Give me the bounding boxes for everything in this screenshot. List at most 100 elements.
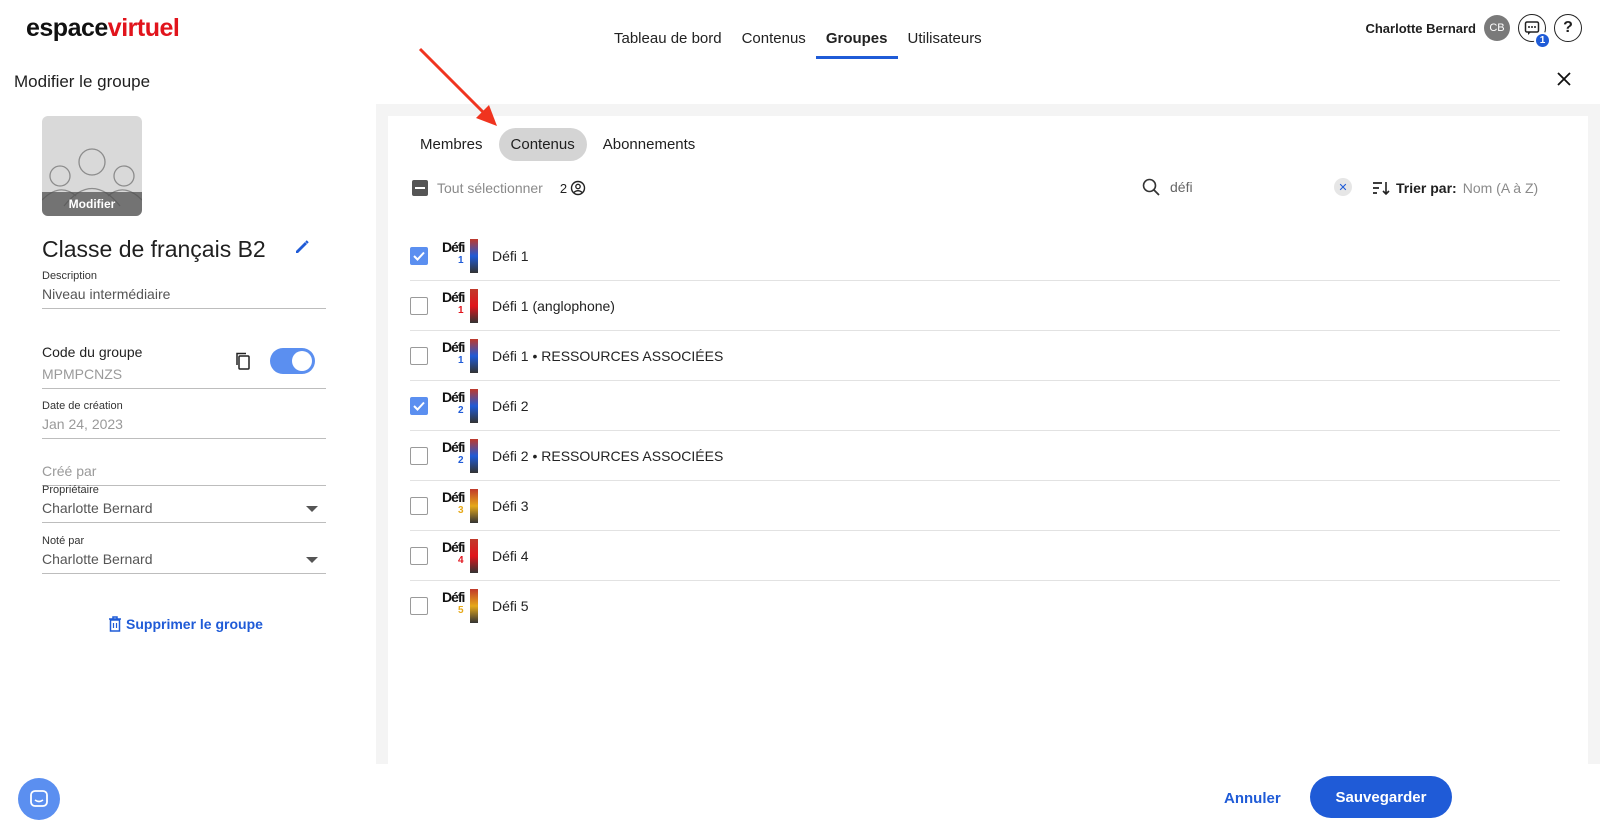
graded-by-value: Charlotte Bernard [42,551,153,567]
item-label: Défi 2 • RESSOURCES ASSOCIÉES [492,447,724,464]
chat-launcher[interactable] [18,778,60,820]
close-icon[interactable] [1556,70,1572,90]
book-cover-thumbnail: Défi 1 [442,337,478,375]
cover-number: 2 [458,404,464,416]
book-cover-thumbnail: Défi 1 [442,287,478,325]
sort-label: Trier par: [1396,180,1457,196]
owner-label: Propriétaire [42,484,99,496]
select-all-label: Tout sélectionner [437,180,543,196]
brand-logo[interactable]: espacevirtuel [26,14,180,43]
book-cover-thumbnail: Défi 4 [442,537,478,575]
list-item[interactable]: Défi 3 Défi 3 [410,481,1560,531]
item-checkbox[interactable] [410,246,428,265]
book-cover-thumbnail: Défi 5 [442,587,478,625]
brand-part1: espace [26,14,108,42]
cover-stripe [470,589,478,623]
created-by-placeholder: Créé par [42,463,97,479]
save-button[interactable]: Sauvegarder [1310,776,1452,818]
description-value: Niveau intermédiaire [42,286,171,302]
creation-date-value: Jan 24, 2023 [42,416,123,432]
select-all[interactable]: Tout sélectionner 2 [412,180,586,196]
list-item[interactable]: Défi 5 Défi 5 [410,581,1560,631]
nav-contents[interactable]: Contenus [732,20,816,55]
cover-stripe [470,388,478,423]
tab-members[interactable]: Membres [408,128,495,161]
list-toolbar: Tout sélectionner 2 défi ✕ Trier par: No… [412,176,1562,206]
creation-date-field: Date de création Jan 24, 2023 [42,400,326,439]
cover-number: 1 [458,354,464,366]
cover-title: Défi [442,238,465,255]
edit-name-icon[interactable] [293,238,311,261]
nav-dashboard[interactable]: Tableau de bord [604,20,732,55]
content-list: Défi 1 Défi 1 Défi 1 Défi 1 (anglophone) Défi 1… [410,231,1560,631]
cover-title: Défi [442,338,465,355]
list-item[interactable]: Défi 2 Défi 2 • RESSOURCES ASSOCIÉES [410,431,1560,481]
item-checkbox[interactable] [410,346,428,365]
cover-title: Défi [442,388,465,405]
description-field[interactable]: Description Niveau intermédiaire [42,270,326,309]
nav-users[interactable]: Utilisateurs [898,20,992,55]
creation-date-label: Date de création [42,400,123,412]
created-by-field: Créé par [42,459,326,486]
item-label: Défi 2 [492,397,529,414]
cover-number: 3 [458,504,464,516]
avatar[interactable]: CB [1484,15,1510,41]
list-item[interactable]: Défi 2 Défi 2 [410,381,1560,431]
content-panel: Membres Contenus Abonnements Tout sélect… [388,116,1588,766]
graded-by-label: Noté par [42,535,85,547]
item-checkbox[interactable] [410,597,428,615]
item-label: Défi 1 • RESSOURCES ASSOCIÉES [492,347,724,364]
item-checkbox[interactable] [410,496,428,515]
cover-stripe [470,288,478,323]
tab-contents[interactable]: Contenus [498,128,587,161]
toggle-knob [292,351,312,371]
list-item[interactable]: Défi 1 Défi 1 (anglophone) [410,281,1560,331]
item-label: Défi 1 [492,247,529,264]
graded-by-select[interactable]: Noté par Charlotte Bernard [42,535,326,574]
item-label: Défi 1 (anglophone) [492,297,615,314]
user-menu: Charlotte Bernard CB 1 ? [1365,14,1582,49]
book-cover-thumbnail: Défi 2 [442,437,478,475]
delete-group-button[interactable]: Supprimer le groupe [108,616,263,632]
cover-title: Défi [442,288,465,305]
cover-title: Défi [442,538,465,555]
item-checkbox[interactable] [410,396,428,415]
owner-select[interactable]: Propriétaire Charlotte Bernard [42,484,326,523]
list-item[interactable]: Défi 1 Défi 1 • RESSOURCES ASSOCIÉES [410,331,1560,381]
cover-title: Défi [442,438,465,455]
search-input[interactable]: défi [1170,179,1324,195]
sort-control[interactable]: Trier par: Nom (A à Z) [1372,180,1538,196]
group-details-panel: Modifier Classe de français B2 Descripti… [0,104,370,764]
tab-subscriptions[interactable]: Abonnements [591,128,708,161]
top-bar: espacevirtuel Tableau de bord Contenus G… [0,0,1600,70]
clear-search-icon[interactable]: ✕ [1334,178,1352,196]
list-item[interactable]: Défi 4 Défi 4 [410,531,1560,581]
panel-title: Modifier le groupe [14,72,151,91]
chevron-down-icon [306,506,318,512]
cover-title: Défi [442,488,465,505]
list-item[interactable]: Défi 1 Défi 1 [410,231,1560,281]
cancel-button[interactable]: Annuler [1224,790,1281,807]
item-label: Défi 5 [492,598,529,614]
nav-groups[interactable]: Groupes [815,20,898,59]
item-checkbox[interactable] [410,446,428,465]
owner-value: Charlotte Bernard [42,500,153,516]
help-button[interactable]: ? [1554,14,1582,42]
group-name: Classe de français B2 [42,236,266,262]
group-image[interactable]: Modifier [42,116,142,216]
search-box[interactable]: défi ✕ [1142,178,1352,196]
copy-icon[interactable] [235,352,251,375]
cover-stripe [470,488,478,523]
edit-image-label[interactable]: Modifier [42,192,142,216]
item-checkbox[interactable] [410,546,428,565]
cover-title: Défi [442,589,465,605]
messages-button[interactable]: 1 [1518,14,1551,49]
description-label: Description [42,270,98,282]
group-code-label: Code du groupe [42,344,143,360]
user-name[interactable]: Charlotte Bernard [1365,21,1476,36]
item-checkbox[interactable] [410,296,428,315]
sort-value: Nom (A à Z) [1462,180,1539,196]
group-code-toggle[interactable] [270,348,315,374]
user-circle-icon [570,180,586,196]
select-all-checkbox[interactable] [412,180,428,196]
